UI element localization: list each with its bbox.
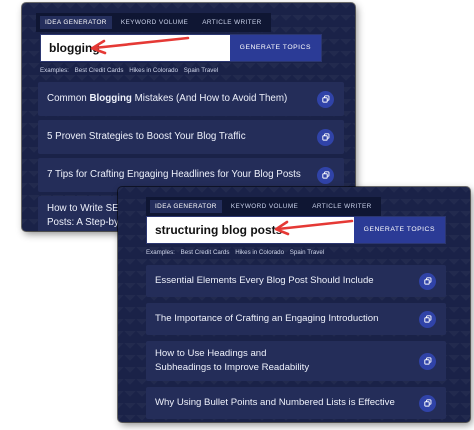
tab-keyword-volume[interactable]: KEYWORD VOLUME [226, 200, 303, 213]
tab-idea-generator[interactable]: IDEA GENERATOR [150, 200, 222, 213]
examples-label: Examples: [146, 249, 175, 256]
example-link-spain-travel[interactable]: Spain Travel [184, 67, 218, 74]
generate-topics-button[interactable]: GENERATE TOPICS [353, 217, 445, 243]
tab-bar: IDEA GENERATOR KEYWORD VOLUME ARTICLE WR… [146, 197, 381, 216]
search-input[interactable]: blogging [41, 35, 230, 61]
examples-label: Examples: [40, 67, 69, 74]
topic-text: The Importance of Crafting an Engaging I… [155, 313, 379, 324]
copy-icon[interactable] [419, 394, 436, 412]
topic-text: Common Blogging Mistakes (And How to Avo… [47, 93, 288, 104]
search-bar: structuring blog posts GENERATE TOPICS [146, 216, 446, 244]
topic-text: Why Using Bullet Points and Numbered Lis… [155, 397, 395, 408]
tab-keyword-volume[interactable]: KEYWORD VOLUME [116, 16, 193, 29]
topic-text: Essential Elements Every Blog Post Shoul… [155, 275, 374, 286]
topic-result[interactable]: The Importance of Crafting an Engaging I… [146, 303, 446, 335]
copy-icon[interactable] [419, 352, 436, 370]
example-link-credit-cards[interactable]: Best Credit Cards [75, 67, 124, 74]
topic-text: 7 Tips for Crafting Engaging Headlines f… [47, 169, 301, 180]
example-link-spain-travel[interactable]: Spain Travel [290, 249, 324, 256]
search-input[interactable]: structuring blog posts [147, 217, 354, 243]
tab-bar: IDEA GENERATOR KEYWORD VOLUME ARTICLE WR… [36, 13, 271, 32]
example-link-credit-cards[interactable]: Best Credit Cards [181, 249, 230, 256]
topic-result[interactable]: Why Using Bullet Points and Numbered Lis… [146, 387, 446, 419]
examples-row: Examples: Best Credit Cards Hikes in Col… [40, 67, 218, 74]
topic-result[interactable]: How to Use Headings and Subheadings to Im… [146, 341, 446, 381]
example-link-hikes-colorado[interactable]: Hikes in Colorado [129, 67, 178, 74]
examples-row: Examples: Best Credit Cards Hikes in Col… [146, 249, 324, 256]
tab-article-writer[interactable]: ARTICLE WRITER [197, 16, 266, 29]
copy-icon[interactable] [317, 128, 334, 146]
tab-article-writer[interactable]: ARTICLE WRITER [307, 200, 376, 213]
topic-result[interactable]: 5 Proven Strategies to Boost Your Blog T… [38, 120, 344, 154]
copy-icon[interactable] [419, 310, 436, 328]
topic-result[interactable]: Common Blogging Mistakes (And How to Avo… [38, 82, 344, 116]
topic-text: How to Write SEO Posts: A Step-by- [47, 203, 127, 228]
topic-result[interactable]: Essential Elements Every Blog Post Shoul… [146, 265, 446, 297]
topic-text: 5 Proven Strategies to Boost Your Blog T… [47, 131, 246, 142]
generate-topics-button[interactable]: GENERATE TOPICS [229, 35, 321, 61]
copy-icon[interactable] [317, 166, 334, 184]
topic-generator-panel-structuring: IDEA GENERATOR KEYWORD VOLUME ARTICLE WR… [118, 187, 470, 422]
tab-idea-generator[interactable]: IDEA GENERATOR [40, 16, 112, 29]
search-bar: blogging GENERATE TOPICS [40, 34, 322, 62]
example-link-hikes-colorado[interactable]: Hikes in Colorado [235, 249, 284, 256]
copy-icon[interactable] [419, 272, 436, 290]
copy-icon[interactable] [317, 90, 334, 108]
topic-text: How to Use Headings and Subheadings to Im… [155, 348, 310, 373]
